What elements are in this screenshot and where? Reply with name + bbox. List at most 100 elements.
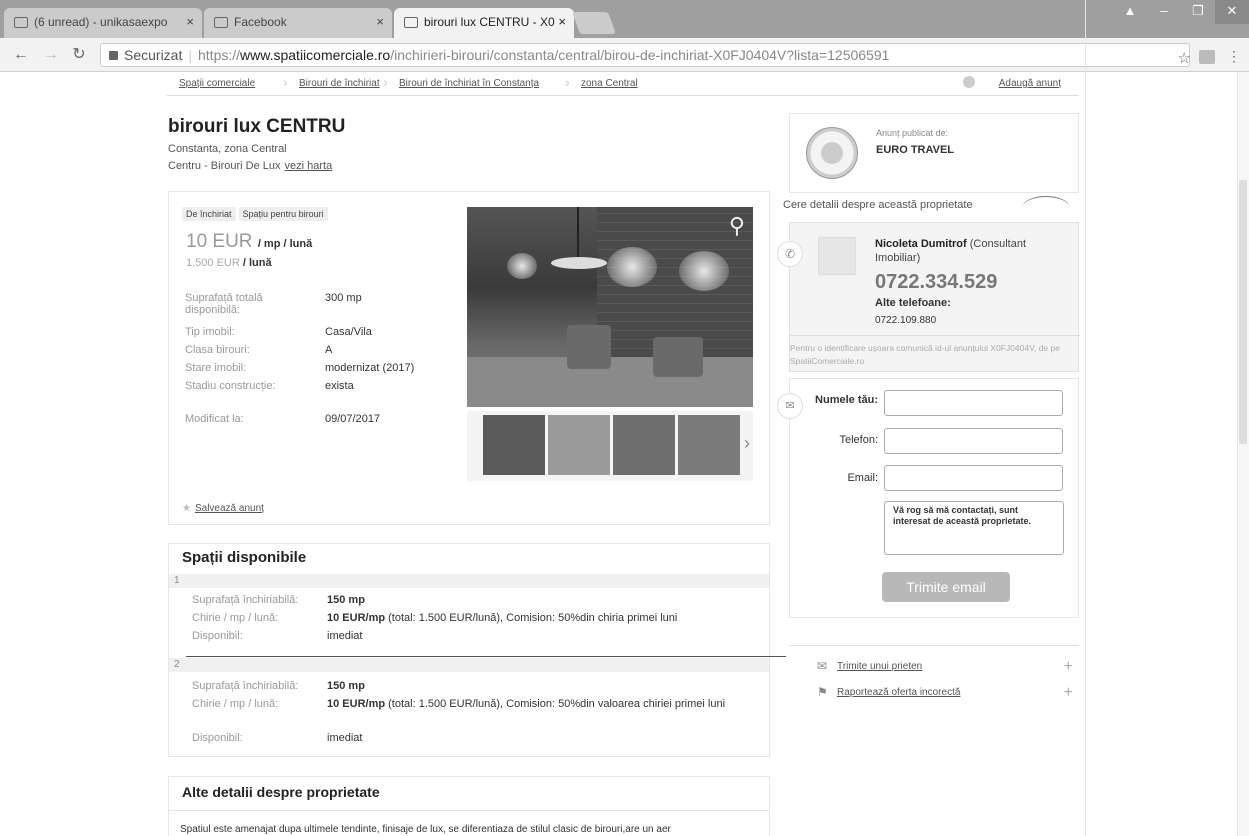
site-favicon-icon — [404, 17, 418, 28]
property-value: exista — [325, 380, 354, 392]
tab-close-icon[interactable]: × — [376, 14, 384, 29]
reload-icon[interactable]: ↻ — [68, 44, 90, 66]
url-scheme: https:// — [198, 47, 241, 63]
space-value: 150 mp — [327, 594, 757, 607]
location-subline: Centru - Birouri De Lux vezi harta — [168, 160, 332, 172]
agent-name: Nicoleta Dumitrof (Consultant Imobiliar) — [875, 237, 1065, 265]
space-area: 150 mp — [327, 594, 365, 606]
scrollbar-thumb[interactable] — [1239, 180, 1247, 444]
publisher-logo — [806, 127, 858, 179]
space-key: Suprafață închiriabilă: — [192, 594, 299, 606]
email-input[interactable] — [884, 465, 1063, 491]
restore-button[interactable]: ❐ — [1181, 0, 1215, 24]
publisher-name[interactable]: EURO TRAVEL — [876, 144, 954, 156]
listing-tags: De închiriat Spațiu pentru birouri — [182, 207, 331, 221]
add-listing-link[interactable]: Adaugă anunț — [999, 78, 1061, 89]
page-scrollbar[interactable] — [1237, 72, 1249, 836]
breadcrumb-item[interactable]: Spații comerciale — [179, 78, 255, 89]
listing-id-note: Pentru o identificare ușoara comunică id… — [790, 335, 1080, 368]
zoom-search-icon[interactable]: ⚲ — [729, 213, 745, 239]
map-link[interactable]: vezi harta — [285, 160, 333, 172]
message-textarea[interactable]: Vă rog să mă contactați, sunt interesat … — [884, 501, 1064, 555]
avatar — [818, 237, 856, 275]
extension-icon[interactable] — [1199, 50, 1215, 64]
tab-label: Facebook — [234, 15, 287, 29]
breadcrumb-item[interactable]: zona Central — [581, 78, 638, 89]
send-to-friend-link[interactable]: Trimite unui prieten — [837, 661, 922, 672]
property-key: Stare imobil: — [185, 362, 247, 374]
tab-active-listing[interactable]: birouri lux CENTRU - X0 × — [394, 8, 574, 38]
price-value: 10 EUR — [186, 231, 253, 252]
browser-toolbar: ← → ↻ Securizat | https://www.spatiicomerc… — [0, 38, 1249, 72]
price-total-value: 1.500 EUR — [186, 257, 240, 269]
tab-facebook[interactable]: Facebook × — [204, 8, 392, 38]
thumbnail[interactable] — [548, 415, 610, 475]
photo-lamp-cord — [577, 207, 579, 257]
save-listing-link[interactable]: Salvează anunț — [195, 503, 264, 514]
price-unit: / mp / lună — [257, 238, 313, 250]
security-label: Securizat — [124, 47, 183, 63]
main-photo[interactable]: ⚲ — [467, 207, 753, 407]
space-key: Chirie / mp / lună: — [192, 612, 279, 624]
send-email-button[interactable]: Trimite email — [882, 572, 1010, 602]
phone-label: Telefon: — [839, 434, 878, 446]
space-key: Suprafață închiriabilă: — [192, 680, 299, 692]
minimize-button[interactable]: – — [1147, 0, 1181, 24]
tag-badge: Spațiu pentru birouri — [238, 207, 328, 221]
mail-icon — [14, 17, 28, 28]
phone-input[interactable] — [884, 428, 1063, 454]
window-close-button[interactable]: ✕ — [1215, 0, 1249, 24]
space-value: imediat — [327, 732, 363, 744]
new-tab-button[interactable] — [571, 12, 617, 34]
property-key: Modificat la: — [185, 413, 244, 425]
name-input[interactable] — [884, 390, 1063, 416]
user-icon[interactable]: ▲ — [1113, 0, 1147, 24]
chevron-right-icon[interactable]: › — [744, 433, 750, 454]
space-key: Disponibil: — [192, 732, 243, 744]
agent-phone[interactable]: 0722.334.529 — [875, 271, 997, 294]
arrow-icon — [1022, 196, 1070, 220]
listing-actions: ✉ Trimite unui prieten + ⚑ Raportează of… — [789, 645, 1079, 710]
back-arrow-icon[interactable]: ← — [10, 44, 32, 66]
breadcrumb-item[interactable]: Birouri de închiriat în Constanța — [399, 78, 539, 89]
breadcrumb-separator: › — [283, 74, 288, 90]
price-total: 1.500 EUR / lună — [186, 257, 272, 269]
breadcrumb-item[interactable]: Birouri de închiriat — [299, 78, 380, 89]
report-action: ⚑ Raportează oferta incorectă + — [789, 679, 1079, 709]
star-icon: ★ — [182, 503, 191, 514]
address-bar[interactable]: Securizat | https://www.spatiicomerciale.r… — [100, 43, 1190, 67]
report-listing-link[interactable]: Raportează oferta incorectă — [837, 687, 960, 698]
breadcrumb-separator: › — [565, 74, 570, 90]
forward-arrow-icon[interactable]: → — [40, 44, 62, 66]
tab-label: birouri lux CENTRU - X0 — [424, 15, 555, 29]
url-host: www.spatiicomerciale.ro — [240, 47, 391, 63]
property-value: 300 mp — [325, 292, 362, 304]
thumbnail[interactable] — [678, 415, 740, 475]
thumbnail[interactable] — [483, 415, 545, 475]
lock-icon — [109, 51, 118, 60]
property-value: Casa/Vila — [325, 326, 372, 338]
save-listing: ★ Salvează anunț — [182, 503, 264, 514]
space-rent-detail: (total: 1.500 EUR/lună), Comision: 50%di… — [385, 612, 678, 624]
plus-icon[interactable]: + — [1064, 658, 1073, 676]
facebook-icon — [214, 17, 228, 28]
tab-close-icon[interactable]: × — [186, 14, 194, 29]
property-key: Tip imobil: — [185, 326, 235, 338]
space-value: 10 EUR/mp (total: 1.500 EUR/lună), Comis… — [327, 612, 757, 625]
divider — [168, 810, 770, 811]
tag-badge: De închiriat — [182, 207, 236, 221]
plus-icon[interactable]: + — [1064, 684, 1073, 702]
breadcrumb: Spații comerciale › Birouri de închiriat… — [167, 72, 1079, 96]
property-key: Stadiu construcție: — [185, 380, 276, 392]
request-details-title: Cere detalii despre această proprietate — [783, 199, 973, 211]
name-label: Numele tău: — [815, 394, 878, 406]
tab-close-icon[interactable]: × — [558, 14, 566, 29]
agent-card: Nicoleta Dumitrof (Consultant Imobiliar)… — [789, 222, 1080, 372]
bookmark-star-icon[interactable]: ☆ — [1178, 49, 1191, 67]
alt-phone[interactable]: 0722.109.880 — [875, 315, 936, 326]
tab-gmail[interactable]: (6 unread) - unikasaexpo × — [4, 8, 202, 38]
browser-menu-icon[interactable]: ⋮ — [1227, 48, 1241, 65]
email-label: Email: — [847, 472, 878, 484]
thumbnail[interactable] — [613, 415, 675, 475]
location-line: Constanta, zona Central — [168, 143, 287, 155]
